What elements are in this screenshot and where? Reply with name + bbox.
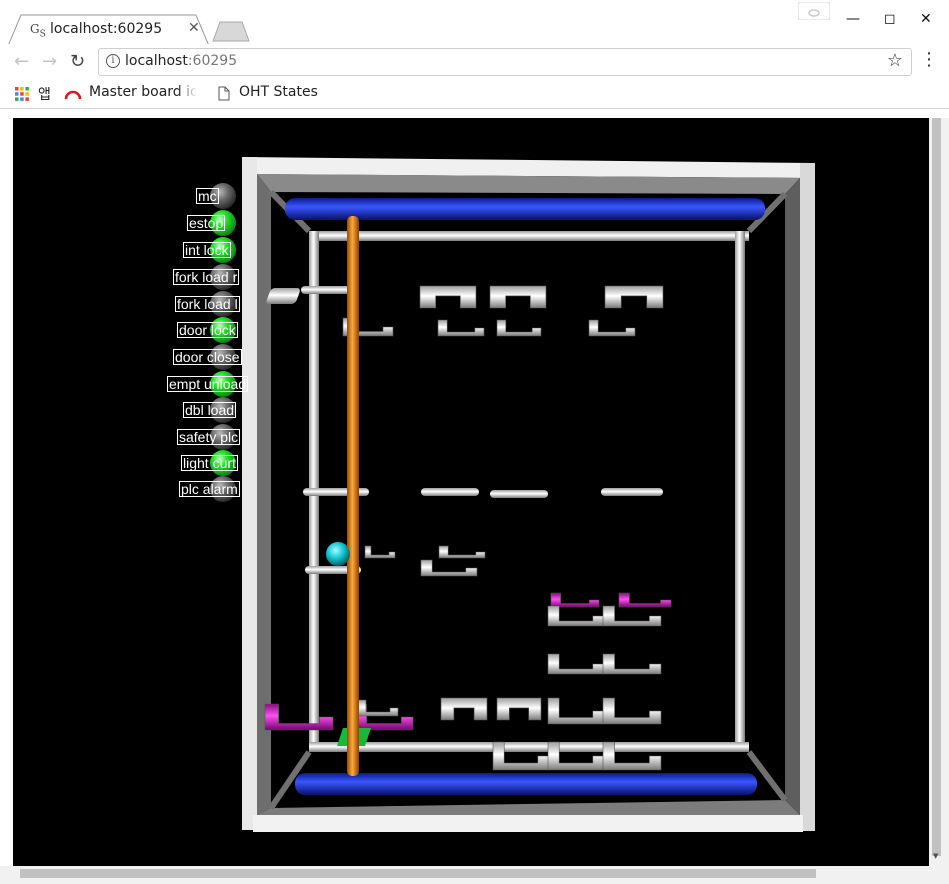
reload-icon[interactable]: ↻ [70, 51, 85, 72]
slot-fork [550, 592, 600, 608]
slot-cradle [496, 697, 542, 721]
url-host: localhost [125, 53, 188, 69]
slot-bar [301, 286, 351, 294]
status-label: estop [187, 215, 226, 231]
forward-arrow-icon[interactable]: → [42, 51, 57, 72]
address-bar[interactable]: i localhost:60295 ☆ [98, 48, 912, 76]
status-label: empt unload [167, 376, 249, 392]
slot-cradle [489, 285, 547, 309]
status-label: dbl load [183, 402, 237, 418]
site-favicon-icon: GS [30, 22, 46, 39]
slot-fork [547, 697, 605, 725]
slot-bar [421, 488, 479, 496]
slot-group [264, 285, 672, 771]
top-rail [285, 198, 765, 220]
slot-cradle [440, 697, 488, 721]
bookmark-oht-states[interactable]: OHT States [239, 84, 318, 100]
bookmark-master-board[interactable]: Master board io [89, 84, 197, 100]
master-board-bookmark-icon [64, 90, 82, 100]
slot-fork [602, 605, 662, 627]
slot-fork [618, 592, 672, 608]
tab-strip: GS localhost:60295 ✕ — ◻ ✕ [0, 0, 949, 46]
browser-menu-icon[interactable]: ⋮ [920, 49, 938, 70]
horizontal-scrollbar[interactable] [0, 866, 949, 884]
slot-fork [602, 653, 662, 675]
slot-fork [602, 697, 662, 725]
status-label: fork load l [175, 296, 240, 312]
site-info-icon[interactable]: i [106, 54, 120, 68]
back-arrow-icon[interactable]: ← [14, 51, 29, 72]
viewport-3d[interactable]: mc estop int lock fork load r fork load l doo… [13, 118, 929, 866]
slot-cradle [419, 285, 477, 309]
close-window-icon[interactable]: ✕ [920, 11, 932, 27]
scroll-down-icon[interactable]: ▼ [933, 852, 938, 860]
slot-fork [547, 605, 605, 627]
slot-bar [490, 490, 548, 498]
bookmark-star-icon[interactable]: ☆ [887, 50, 903, 71]
bookmark-apps[interactable]: 앱 [38, 84, 51, 104]
slot-fork [438, 545, 486, 559]
slot-fork [364, 545, 396, 559]
minimize-icon[interactable]: — [846, 11, 860, 27]
document-icon [218, 86, 230, 101]
tab-close-icon[interactable]: ✕ [188, 20, 200, 36]
status-label: fork load r [173, 269, 240, 285]
slot-fork [437, 319, 485, 337]
bookmarks-bar: 앱 Master board io OHT States [0, 80, 949, 109]
vertical-scroll-thumb[interactable] [932, 118, 941, 856]
url-port: :60295 [187, 53, 238, 69]
new-tab-button[interactable] [212, 20, 250, 42]
slot-bar [303, 488, 369, 496]
slot-fork [420, 559, 478, 577]
status-label: door lock [177, 322, 238, 338]
slot-fork [496, 319, 542, 337]
favicon-letter: G [30, 22, 40, 36]
tab-title: localhost:60295 [50, 21, 163, 37]
browser-toolbar: ← → ↻ i localhost:60295 ☆ ⋮ [0, 44, 949, 80]
profile-icon[interactable] [798, 2, 830, 20]
vertical-scrollbar[interactable]: ▲ ▼ [929, 117, 949, 866]
oht-scene[interactable] [13, 118, 929, 866]
slot-bar [266, 288, 300, 304]
bottom-rail [295, 773, 757, 795]
slot-cradle [604, 285, 664, 309]
status-label: int lock [183, 242, 231, 258]
cursor-ball-icon[interactable] [326, 542, 350, 566]
status-label: mc [196, 188, 219, 204]
url-text: localhost:60295 [125, 53, 237, 69]
slot-fork [588, 319, 636, 337]
slot-bar [601, 488, 663, 496]
slot-fork [264, 703, 334, 731]
slot-fork [547, 653, 605, 675]
slot-fork [357, 699, 399, 717]
status-label: door close [173, 349, 242, 365]
horizontal-scroll-thumb[interactable] [20, 869, 816, 878]
status-label: light curt [181, 455, 238, 471]
status-label: plc alarm [179, 481, 240, 497]
status-label: safety plc [177, 429, 241, 445]
apps-grid-icon[interactable] [14, 86, 30, 102]
maximize-icon[interactable]: ◻ [884, 11, 896, 27]
hoist-mast[interactable] [347, 216, 359, 776]
favicon-sub: S [39, 29, 46, 40]
browser-tab[interactable]: GS localhost:60295 ✕ [8, 14, 210, 46]
